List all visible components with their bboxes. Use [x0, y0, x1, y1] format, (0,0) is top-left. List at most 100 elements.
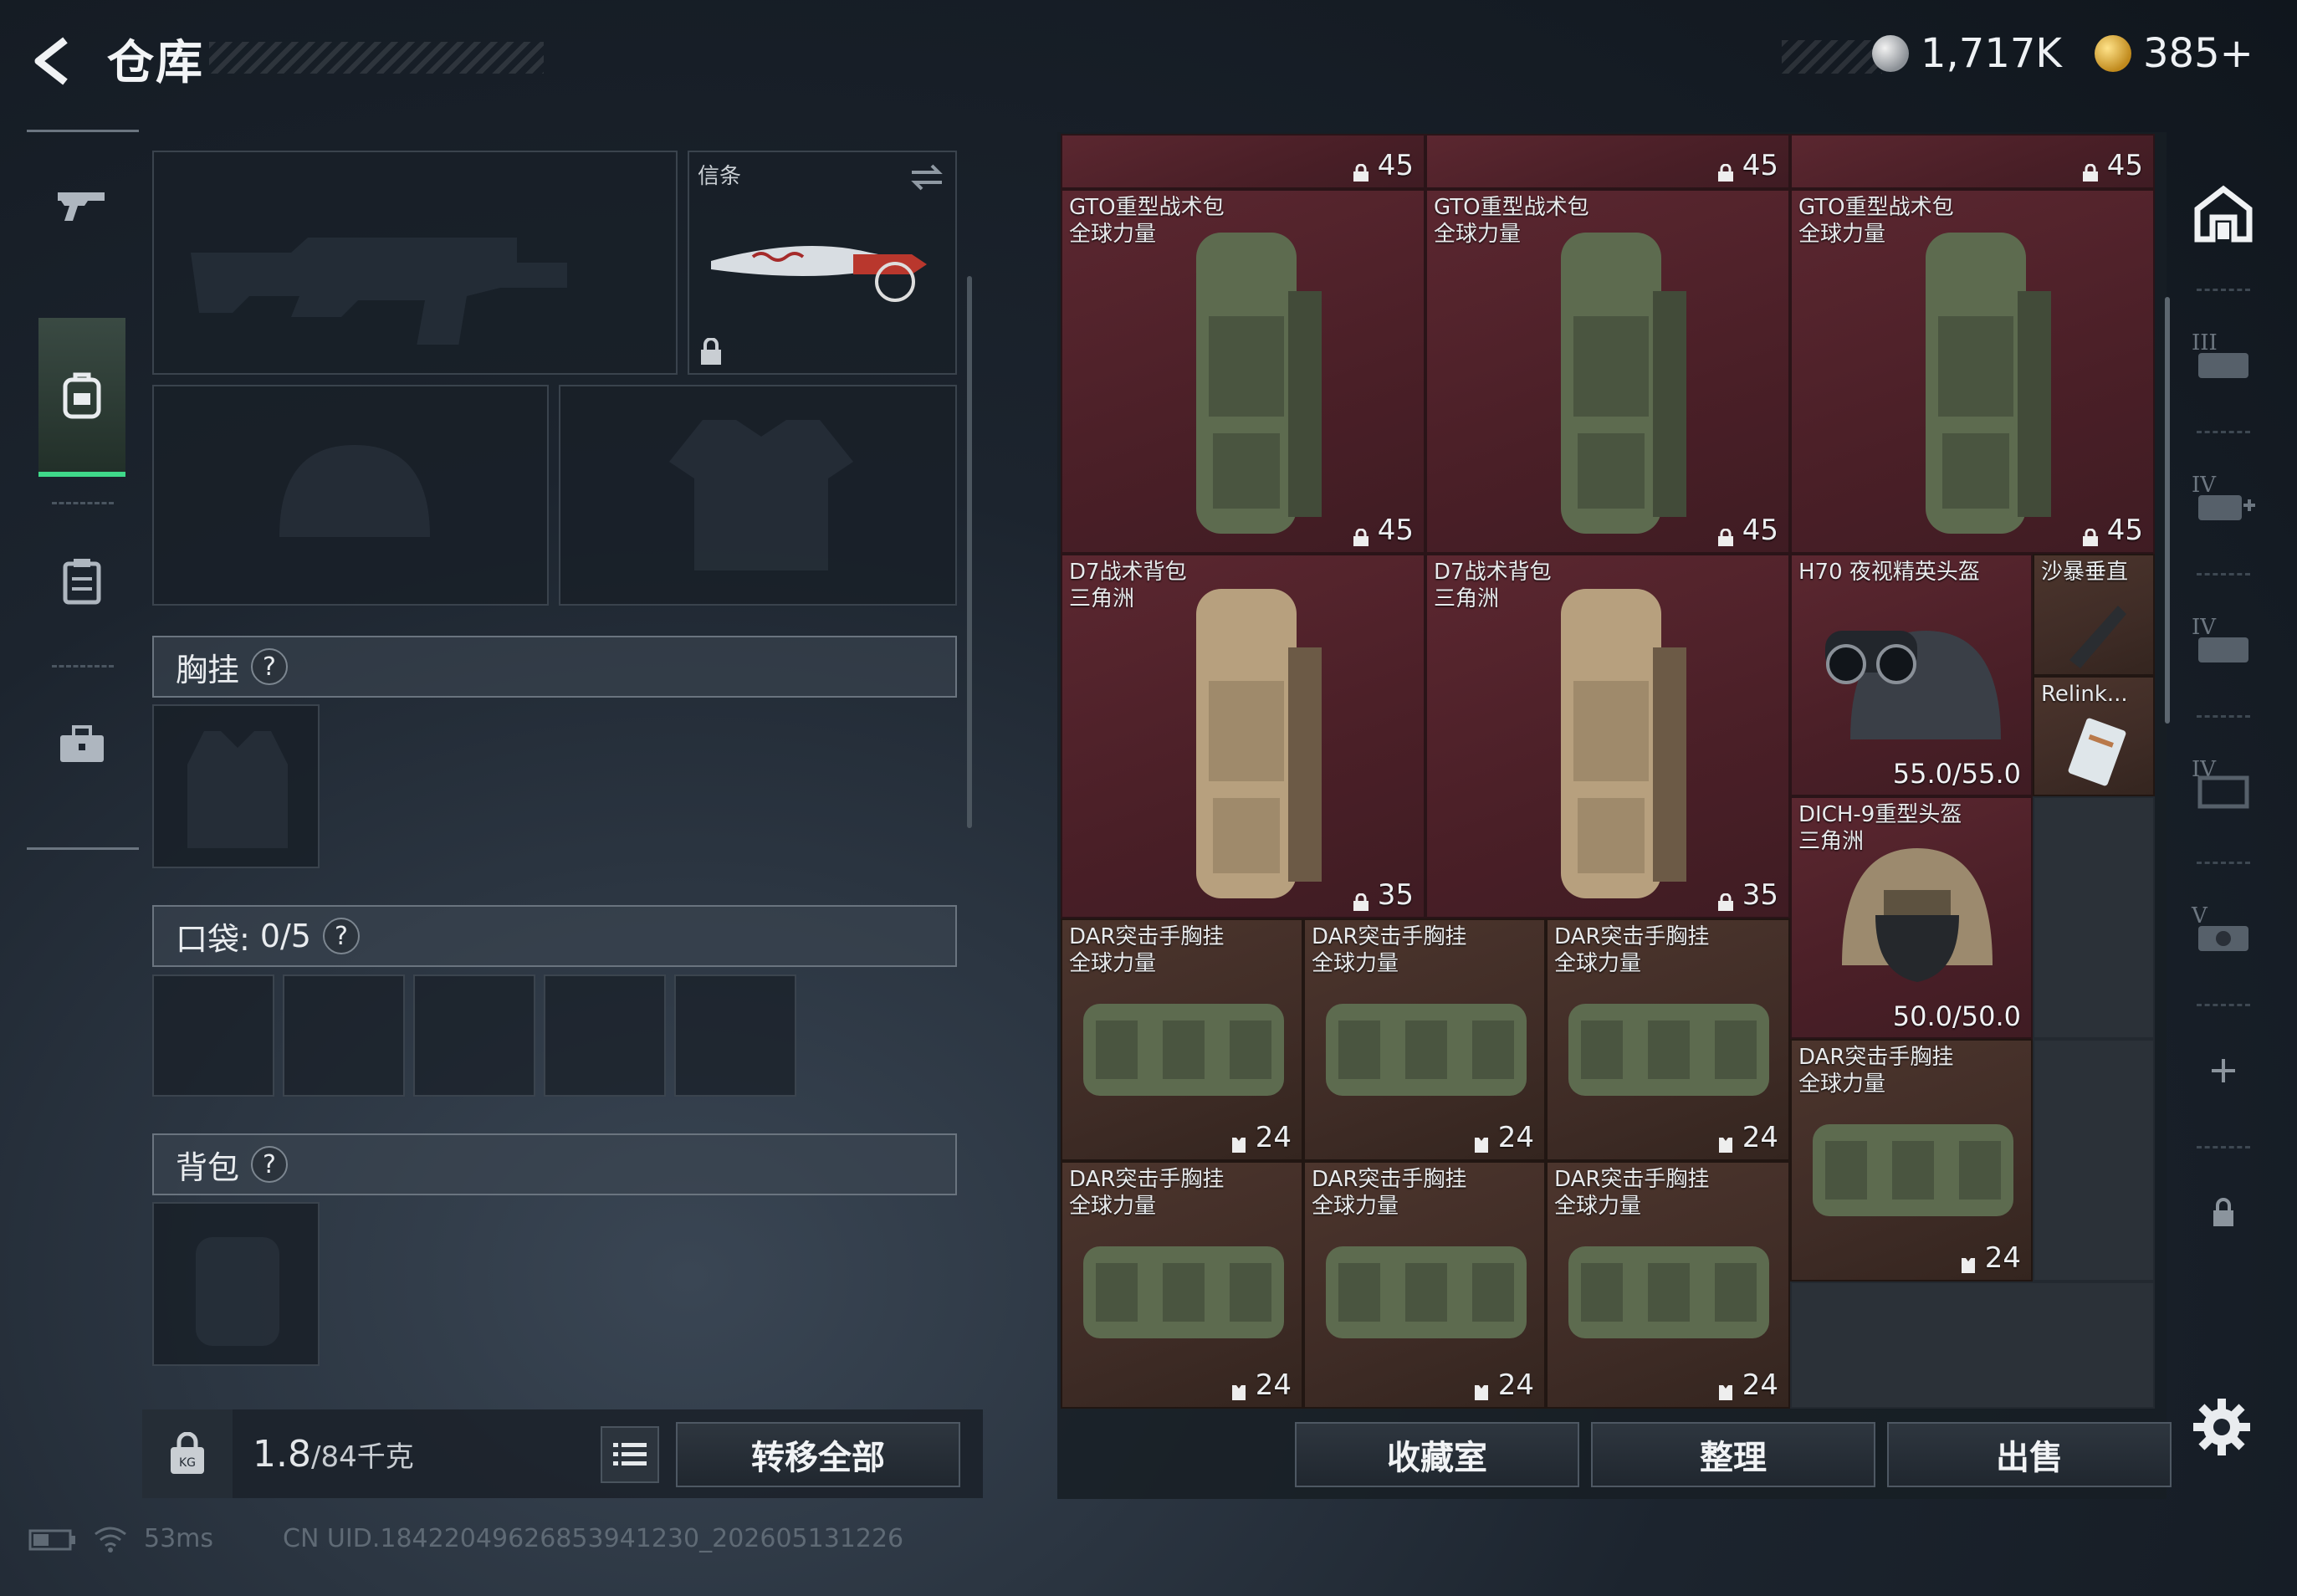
transfer-all-button[interactable]: 转移全部 [676, 1422, 960, 1487]
grid-item-relink[interactable]: Relink... [2033, 676, 2155, 796]
swap-arrows-icon[interactable] [908, 162, 945, 192]
list-button[interactable] [601, 1426, 659, 1483]
helmet-slot[interactable] [152, 385, 549, 606]
knife-icon [711, 246, 927, 302]
item-name: DAR突击手胸挂 全球力量 [1554, 924, 1710, 976]
grid-item-sandstorm[interactable]: 沙暴垂直 [2033, 554, 2155, 676]
item-name: DAR突击手胸挂 全球力量 [1069, 924, 1225, 976]
grid-item-dar-chest-rig[interactable]: DAR突击手胸挂 全球力量 24 [1546, 918, 1790, 1161]
tab-separator [2197, 573, 2250, 575]
tactical-backpack-icon [1196, 233, 1322, 534]
primary-weapon-slot[interactable] [152, 151, 678, 375]
rig-capacity-icon [1717, 1376, 1734, 1400]
pocket-slot[interactable] [544, 974, 666, 1097]
capacity-label: 45 [1353, 149, 1414, 182]
add-storage-tab[interactable] [2182, 1008, 2265, 1133]
battery-icon [28, 1529, 77, 1554]
capacity-label: 45 [2082, 149, 2143, 182]
grid-item-dar-chest-rig[interactable]: DAR突击手胸挂 全球力量 24 [1303, 918, 1546, 1161]
capacity-label: 45 [1353, 514, 1414, 547]
capacity-label: 24 [1230, 1121, 1292, 1154]
durability-label: 50.0/50.0 [1892, 1000, 2021, 1032]
vertical-grip-icon [2069, 606, 2126, 668]
locked-storage-tab[interactable] [2182, 1150, 2265, 1276]
svg-text:IV: IV [2192, 473, 2217, 498]
chest-rig-icon [1083, 1246, 1284, 1338]
tab-separator [2197, 715, 2250, 718]
nav-backpack[interactable] [38, 318, 125, 477]
grid-item-dar-chest-rig[interactable]: DAR突击手胸挂 全球力量 24 [1061, 918, 1303, 1161]
grid-item-dar-chest-rig[interactable]: DAR突击手胸挂 全球力量 24 [1546, 1161, 1790, 1409]
storage-tab-main[interactable] [2182, 151, 2265, 276]
grid-item-dich-helmet[interactable]: DICH-9重型头盔 三角洲 50.0/50.0 [1790, 796, 2033, 1039]
clipboard-icon [63, 559, 101, 605]
grid-empty-cell[interactable] [2033, 796, 2155, 1039]
weight-icon [1717, 156, 1734, 182]
grid-item-d7-backpack[interactable]: D7战术背包 三角洲 35 [1425, 554, 1790, 918]
grid-empty-cell[interactable] [2033, 1039, 2155, 1281]
storage-tab-iv-b[interactable]: IV [2182, 719, 2265, 845]
capacity-label: 35 [1717, 878, 1778, 912]
grid-empty-cell[interactable] [1790, 1281, 2155, 1409]
gun-icon [58, 192, 105, 221]
nav-briefcase[interactable] [38, 690, 125, 799]
sell-button[interactable]: 出售 [1887, 1422, 2172, 1487]
grid-item-gto-backpack[interactable]: GTO重型战术包 全球力量 45 [1425, 189, 1790, 554]
gold-currency[interactable]: 385+ [2095, 30, 2254, 77]
settings-button[interactable] [2192, 1397, 2252, 1460]
collection-room-button[interactable]: 收藏室 [1295, 1422, 1579, 1487]
storage-tier-iv-b-icon: IV [2192, 757, 2249, 809]
grid-item-dar-chest-rig[interactable]: DAR突击手胸挂 全球力量 24 [1303, 1161, 1546, 1409]
armor-slot[interactable] [559, 385, 957, 606]
storage-tab-iii[interactable]: III [2182, 293, 2265, 418]
pocket-slot[interactable] [152, 974, 274, 1097]
back-arrow-icon[interactable] [25, 32, 84, 90]
nav-clipboard[interactable] [38, 527, 125, 636]
silver-currency[interactable]: 1,717K [1872, 30, 2062, 77]
storage-tab-iv-add[interactable]: IV [2182, 435, 2265, 560]
plus-icon [2212, 1059, 2235, 1082]
pocket-slot[interactable] [674, 974, 796, 1097]
wifi-icon [92, 1524, 129, 1556]
capacity-label: 45 [1717, 149, 1778, 182]
capacity-label: 24 [1473, 1368, 1534, 1402]
loadout-scrollbar[interactable] [967, 276, 972, 828]
weight-icon [2082, 156, 2099, 182]
storage-tab-v[interactable]: V [2182, 866, 2265, 991]
chest-rig-slot[interactable] [152, 704, 320, 868]
sort-button[interactable]: 整理 [1591, 1422, 1875, 1487]
rig-capacity-icon [1473, 1376, 1490, 1400]
chest-rig-help-button[interactable]: ? [251, 648, 289, 685]
grid-item-gto-backpack[interactable]: GTO重型战术包 全球力量 45 [1061, 189, 1425, 554]
capacity-label: 24 [1717, 1121, 1778, 1154]
weight-lock-box: KG [142, 1409, 233, 1498]
backpack-silhouette-icon [196, 1237, 279, 1346]
melee-slot[interactable]: 信条 [688, 151, 957, 375]
pocket-help-button[interactable]: ? [322, 918, 360, 954]
rig-silhouette-icon [187, 731, 288, 848]
storage-tab-iv[interactable]: IV [2182, 577, 2265, 703]
uid-readout: CN UID.18422049626853941230_202605131226 [283, 1524, 904, 1553]
tab-separator [2197, 289, 2250, 291]
grid-item-d7-backpack[interactable]: D7战术背包 三角洲 35 [1061, 554, 1425, 918]
lock-icon [701, 338, 721, 365]
grid-item-gto-backpack[interactable]: GTO重型战术包 全球力量 45 [1790, 189, 2155, 554]
rig-capacity-icon [1230, 1376, 1247, 1400]
grid-item-dar-chest-rig[interactable]: DAR突击手胸挂 全球力量 24 [1061, 1161, 1303, 1409]
chest-rig-icon [1083, 1004, 1284, 1096]
weight-icon [1717, 521, 1734, 546]
pocket-slot[interactable] [283, 974, 405, 1097]
tactical-backpack-icon [1926, 233, 2051, 534]
grid-item-dar-chest-rig[interactable]: DAR突击手胸挂 全球力量 24 [1790, 1039, 2033, 1281]
pocket-slot[interactable] [413, 974, 535, 1097]
gold-coin-icon [2095, 35, 2131, 72]
nav-weapons[interactable] [38, 155, 125, 255]
backpack-help-button[interactable]: ? [251, 1146, 289, 1183]
grid-item-partial[interactable]: 45 [1061, 134, 1425, 189]
grid-item-partial[interactable]: 45 [1790, 134, 2155, 189]
grid-item-h70-helmet[interactable]: H70 夜视精英头盔 55.0/55.0 [1790, 554, 2033, 796]
grid-item-partial[interactable]: 45 [1425, 134, 1790, 189]
storage-scrollbar[interactable] [2165, 297, 2170, 724]
item-name: 沙暴垂直 [2041, 560, 2129, 585]
backpack-slot[interactable] [152, 1202, 320, 1366]
